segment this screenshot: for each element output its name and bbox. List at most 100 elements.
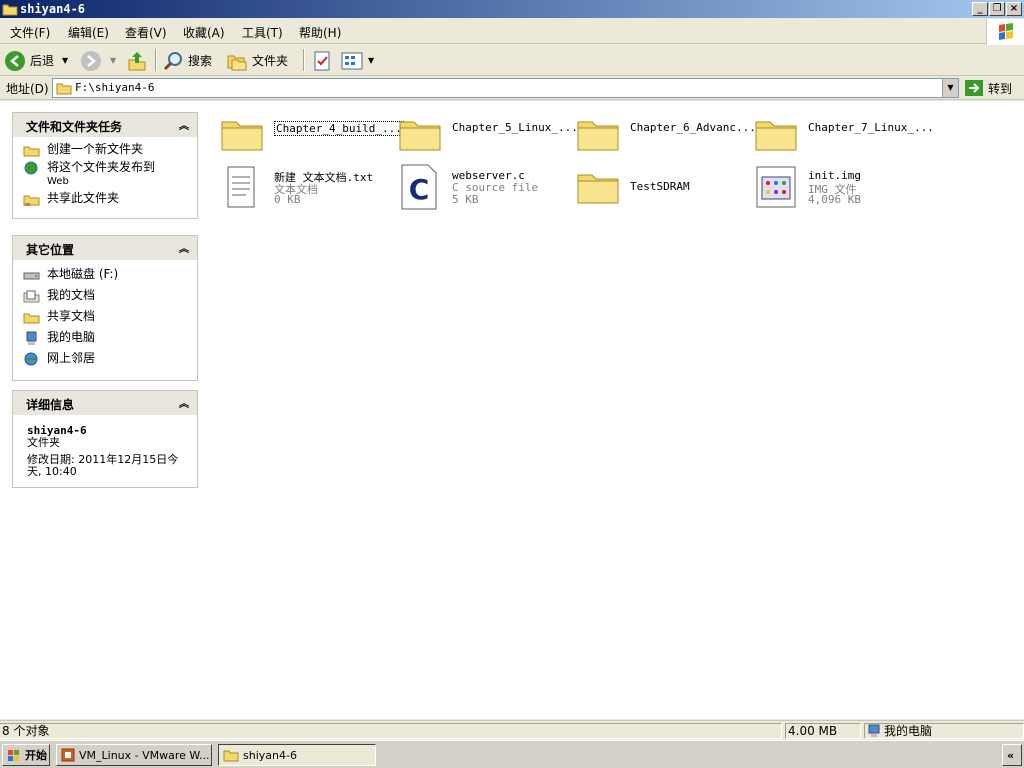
c-source-file-icon: C bbox=[401, 164, 437, 210]
search-label: 搜索 bbox=[188, 54, 213, 68]
search-button[interactable]: 搜索 bbox=[162, 48, 212, 73]
start-button[interactable]: 开始 bbox=[2, 744, 50, 766]
title-bar[interactable]: shiyan4-6 _ ❐ × bbox=[0, 0, 1024, 18]
collapse-icon[interactable]: ︽ bbox=[179, 395, 189, 410]
file-name: Chapter_5_Linux_... bbox=[452, 121, 578, 134]
place-shared-documents[interactable]: 共享文档 bbox=[23, 310, 197, 324]
taskbar-chevron-button[interactable]: « bbox=[1002, 744, 1022, 766]
file-item[interactable]: C webserver.c C source file 5 KB bbox=[396, 163, 566, 219]
place-label: 我的电脑 bbox=[47, 330, 96, 344]
globe-icon bbox=[24, 161, 38, 175]
menu-edit[interactable]: 编辑(E) bbox=[68, 24, 109, 41]
collapse-icon[interactable]: ︽ bbox=[179, 117, 189, 132]
taskbar-item-label: VM_Linux - VMware W... bbox=[79, 748, 210, 762]
img-file-icon bbox=[756, 166, 796, 208]
file-item[interactable]: 新建 文本文档.txt 文本文档 0 KB bbox=[218, 163, 388, 219]
menu-view[interactable]: 查看(V) bbox=[125, 24, 167, 41]
folders-button[interactable]: 文件夹 bbox=[226, 48, 288, 73]
file-item[interactable]: Chapter_4_build_... bbox=[218, 110, 404, 166]
text-file-icon bbox=[227, 166, 255, 208]
file-name: Chapter_4_build_... bbox=[274, 121, 404, 136]
search-icon bbox=[163, 51, 182, 70]
chevron-left-icon: « bbox=[1007, 748, 1015, 762]
task-pane: 文件和文件夹任务 ︽ 创建一个新文件夹 将这个文件夹发布到 Web 共享此文件夹 … bbox=[0, 101, 210, 719]
views-icon bbox=[341, 52, 363, 69]
file-tasks-title: 文件和文件夹任务 bbox=[26, 120, 123, 134]
details-header[interactable]: 详细信息 ︽ bbox=[13, 391, 197, 415]
status-bar: 8 个对象 4.00 MB 我的电脑 bbox=[0, 720, 1024, 740]
back-dropdown-icon[interactable]: ▼ bbox=[62, 56, 68, 65]
taskbar-item-explorer[interactable]: shiyan4-6 bbox=[218, 744, 376, 766]
folder-icon bbox=[223, 750, 239, 762]
back-button[interactable]: 后退 ▼ bbox=[4, 48, 68, 73]
checklist-icon bbox=[314, 51, 330, 70]
place-my-computer[interactable]: 我的电脑 bbox=[23, 331, 197, 345]
other-places-panel: 其它位置 ︽ 本地磁盘 (F:) 我的文档 共享文档 我的电脑 网上邻居 bbox=[12, 235, 198, 381]
file-item[interactable]: Chapter_5_Linux_... bbox=[396, 110, 578, 166]
minimize-button[interactable]: _ bbox=[972, 2, 988, 16]
file-size: 4,096 KB bbox=[808, 193, 861, 206]
address-value: F:\shiyan4-6 bbox=[75, 81, 155, 94]
details-modified-cont: 天, 10:40 bbox=[27, 465, 77, 478]
checklist-button[interactable] bbox=[312, 48, 332, 73]
file-item[interactable]: TestSDRAM bbox=[574, 163, 744, 219]
computer-icon bbox=[868, 724, 880, 737]
restore-button[interactable]: ❐ bbox=[989, 2, 1005, 16]
task-new-folder[interactable]: 创建一个新文件夹 bbox=[23, 143, 197, 157]
address-input[interactable]: F:\shiyan4-6 ▼ bbox=[52, 78, 959, 98]
forward-arrow-icon bbox=[81, 50, 101, 71]
status-object-count: 8 个对象 bbox=[0, 723, 782, 739]
menu-bar: 文件(F) 编辑(E) 查看(V) 收藏(A) 工具(T) 帮助(H) bbox=[0, 19, 1024, 44]
folder-icon bbox=[2, 4, 18, 16]
forward-dropdown-icon[interactable]: ▼ bbox=[110, 56, 116, 65]
menu-file[interactable]: 文件(F) bbox=[10, 24, 50, 41]
forward-button[interactable]: ▼ bbox=[80, 48, 116, 73]
file-size: 5 KB bbox=[452, 193, 479, 206]
other-places-header[interactable]: 其它位置 ︽ bbox=[13, 236, 197, 260]
other-places-title: 其它位置 bbox=[26, 243, 75, 257]
toolbar-separator bbox=[155, 49, 157, 71]
folders-icon bbox=[227, 55, 247, 70]
file-item[interactable]: Chapter_6_Advanc... bbox=[574, 110, 756, 166]
address-bar: 地址(D) F:\shiyan4-6 ▼ 转到 bbox=[0, 76, 1024, 100]
views-button[interactable]: ▼ bbox=[340, 48, 374, 73]
new-folder-icon bbox=[23, 146, 40, 157]
back-arrow-icon bbox=[5, 50, 25, 71]
address-dropdown-icon[interactable]: ▼ bbox=[942, 79, 958, 97]
collapse-icon[interactable]: ︽ bbox=[179, 240, 189, 255]
folders-label: 文件夹 bbox=[252, 54, 289, 68]
computer-icon bbox=[26, 331, 37, 345]
up-folder-button[interactable] bbox=[126, 48, 148, 73]
go-button[interactable]: 转到 bbox=[964, 78, 1012, 98]
taskbar-item-vmware[interactable]: VM_Linux - VMware W... bbox=[56, 744, 212, 766]
close-button[interactable]: × bbox=[1006, 2, 1022, 16]
file-tasks-header[interactable]: 文件和文件夹任务 ︽ bbox=[13, 113, 197, 137]
task-publish-web[interactable]: 将这个文件夹发布到 Web bbox=[23, 161, 197, 188]
place-label: 本地磁盘 (F:) bbox=[47, 267, 119, 281]
folder-icon bbox=[221, 121, 263, 151]
place-local-disk[interactable]: 本地磁盘 (F:) bbox=[23, 268, 197, 282]
details-type: 文件夹 bbox=[27, 436, 60, 449]
network-icon bbox=[24, 352, 38, 366]
svg-text:C: C bbox=[409, 173, 430, 206]
menu-tools[interactable]: 工具(T) bbox=[242, 24, 283, 41]
file-item[interactable]: init.img IMG 文件 4,096 KB bbox=[752, 163, 922, 219]
windows-flag-icon bbox=[8, 750, 19, 761]
task-label-line2: Web bbox=[47, 176, 69, 187]
file-name: TestSDRAM bbox=[630, 180, 690, 193]
file-list[interactable]: Chapter_4_build_... Chapter_5_Linux_... … bbox=[210, 101, 1024, 719]
go-arrow-icon bbox=[965, 80, 983, 96]
task-label: 将这个文件夹发布到 Web bbox=[47, 161, 155, 188]
file-item[interactable]: Chapter_7_Linux_... bbox=[752, 110, 934, 166]
menu-favorites[interactable]: 收藏(A) bbox=[183, 24, 225, 41]
menu-help[interactable]: 帮助(H) bbox=[299, 24, 341, 41]
go-label: 转到 bbox=[988, 81, 1013, 96]
back-label: 后退 bbox=[30, 54, 55, 68]
file-tasks-panel: 文件和文件夹任务 ︽ 创建一个新文件夹 将这个文件夹发布到 Web 共享此文件夹 bbox=[12, 112, 198, 219]
place-my-documents[interactable]: 我的文档 bbox=[23, 289, 197, 303]
place-network[interactable]: 网上邻居 bbox=[23, 352, 197, 366]
status-location: 我的电脑 bbox=[864, 723, 1024, 739]
task-share-folder[interactable]: 共享此文件夹 bbox=[23, 192, 197, 206]
file-size: 0 KB bbox=[274, 193, 301, 206]
views-dropdown-icon[interactable]: ▼ bbox=[368, 56, 374, 65]
